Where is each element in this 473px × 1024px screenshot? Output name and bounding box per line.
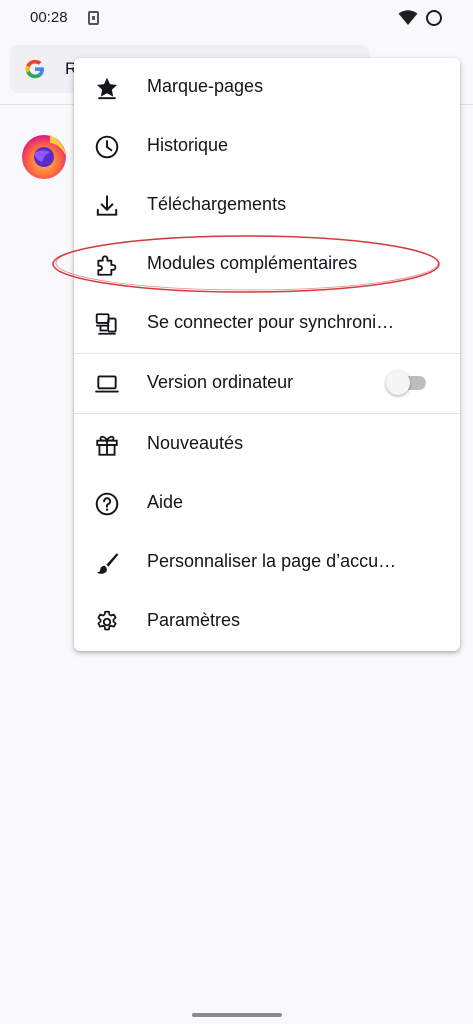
menu-divider xyxy=(74,413,460,414)
bookmark-star-icon xyxy=(94,75,120,101)
menu-item-label: Version ordinateur xyxy=(147,372,294,392)
wifi-icon xyxy=(398,10,418,25)
screen: 00:28 R Marque-pages Historique Téléchar… xyxy=(0,0,473,1024)
menu-item-settings[interactable]: Paramètres xyxy=(74,592,460,651)
menu-item-addons[interactable]: Modules complémentaires xyxy=(74,235,460,294)
menu-item-label: Téléchargements xyxy=(147,194,287,214)
history-clock-icon xyxy=(94,134,120,160)
laptop-icon xyxy=(94,371,120,397)
menu-item-label: Historique xyxy=(147,135,229,155)
addon-puzzle-icon xyxy=(94,252,120,278)
menu-item-customize-home[interactable]: Personnaliser la page d’accu… xyxy=(74,533,460,592)
menu-item-label: Marque-pages xyxy=(147,76,264,96)
toggle-thumb xyxy=(386,371,410,395)
menu-item-label: Paramètres xyxy=(147,610,241,630)
gift-icon xyxy=(94,432,120,458)
menu-item-label: Nouveautés xyxy=(147,433,244,453)
menu-item-downloads[interactable]: Téléchargements xyxy=(74,176,460,235)
google-icon xyxy=(25,59,44,79)
status-time: 00:28 xyxy=(30,9,68,26)
menu-item-label: Personnaliser la page d’accu… xyxy=(147,551,397,571)
menu-item-bookmarks[interactable]: Marque-pages xyxy=(74,58,460,117)
menu-item-sign-in-sync[interactable]: Se connecter pour synchroni… xyxy=(74,294,460,353)
desktop-version-toggle[interactable] xyxy=(386,371,428,395)
menu-item-label: Se connecter pour synchroni… xyxy=(147,312,395,332)
gesture-nav-handle[interactable] xyxy=(192,1013,282,1017)
sync-devices-icon xyxy=(94,311,120,337)
download-icon xyxy=(94,193,120,219)
menu-item-whats-new[interactable]: Nouveautés xyxy=(74,415,460,474)
menu-item-desktop-version[interactable]: Version ordinateur xyxy=(74,354,460,413)
menu-item-history[interactable]: Historique xyxy=(74,117,460,176)
help-icon xyxy=(94,491,120,517)
menu-item-label: Modules complémentaires xyxy=(147,253,358,273)
menu-item-help[interactable]: Aide xyxy=(74,474,460,533)
brush-icon xyxy=(94,550,120,576)
firefox-logo xyxy=(22,135,66,179)
sim-card-icon xyxy=(88,11,99,25)
status-bar: 00:28 xyxy=(0,0,473,36)
status-circle-icon xyxy=(426,10,442,26)
main-menu: Marque-pages Historique Téléchargements … xyxy=(74,58,460,651)
menu-item-label: Aide xyxy=(147,492,184,512)
gear-icon xyxy=(94,609,120,635)
